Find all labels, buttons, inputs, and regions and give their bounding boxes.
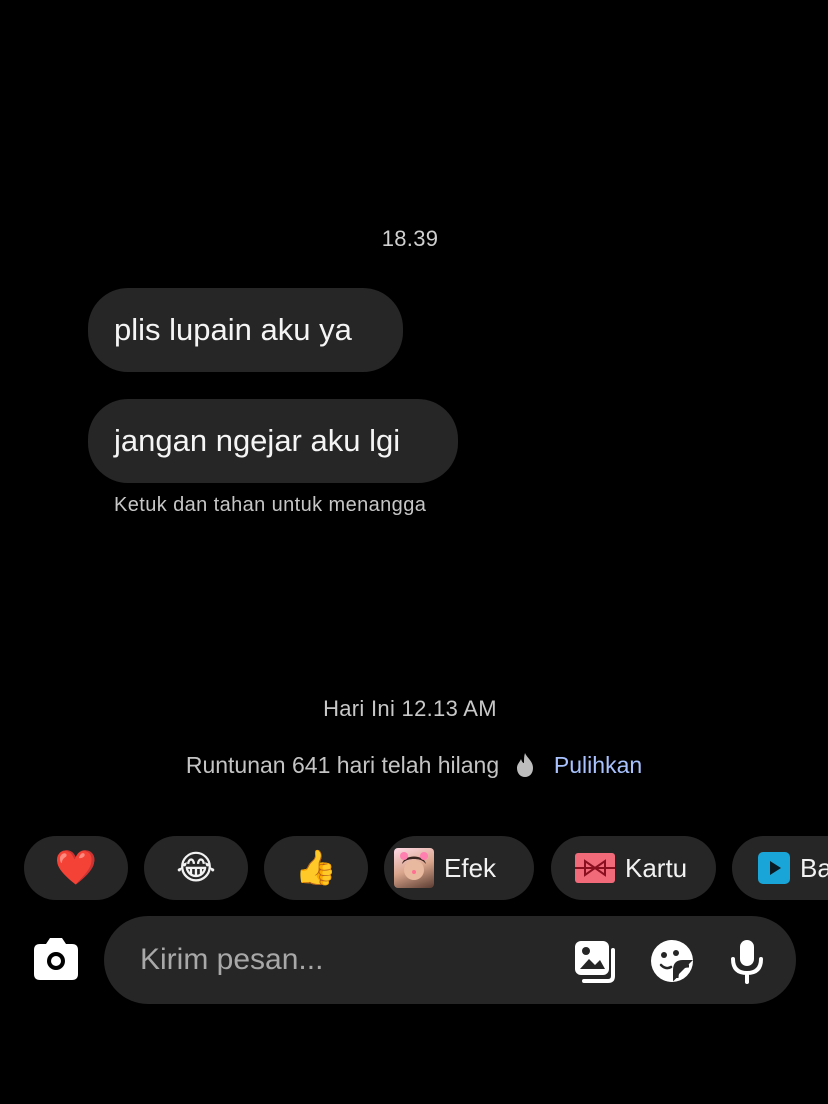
gallery-icon[interactable] <box>572 938 618 984</box>
heart-icon: ❤️ <box>54 849 98 887</box>
more-label: Ba <box>800 852 828 883</box>
message-timestamp: 18.39 <box>381 226 439 251</box>
tap-hold-hint: Ketuk dan tahan untuk menangga <box>114 494 427 516</box>
today-timestamp: Hari Ini 12.13 AM <box>323 696 497 721</box>
effect-button[interactable]: Efek <box>384 836 534 900</box>
effect-label: Efek <box>444 852 497 883</box>
chat-screen: 18.39 plis lupain aku ya jangan ngejar a… <box>0 0 828 1104</box>
message-bubble[interactable]: plis lupain aku ya <box>88 288 403 372</box>
thumbs-up-reaction-button[interactable]: 👍 <box>264 836 368 900</box>
thumbs-up-icon: 👍 <box>294 849 338 887</box>
quick-reply-bar: ❤️ 😂 👍 Efek Kartu Ba <box>24 836 828 900</box>
card-button[interactable]: Kartu <box>551 836 716 900</box>
laugh-reaction-button[interactable]: 😂 <box>144 836 248 900</box>
heart-reaction-button[interactable]: ❤️ <box>24 836 128 900</box>
flame-icon <box>516 753 533 777</box>
message-input[interactable]: Kirim pesan... <box>140 943 323 977</box>
streak-notice: Runtunan 641 hari telah hilang Pulihkan <box>0 752 828 779</box>
message-text: jangan ngejar aku lgi <box>114 423 401 458</box>
card-label: Kartu <box>625 852 688 883</box>
play-icon <box>758 852 790 884</box>
camera-icon[interactable] <box>30 936 82 982</box>
message-bubble[interactable]: jangan ngejar aku lgi <box>88 399 458 483</box>
message-text: plis lupain aku ya <box>114 312 352 347</box>
microphone-icon[interactable] <box>724 938 770 984</box>
effect-thumbnail-icon <box>394 848 434 888</box>
streak-text: Runtunan 641 hari telah hilang <box>185 752 500 778</box>
more-button[interactable]: Ba <box>732 836 828 900</box>
sticker-icon[interactable] <box>649 938 695 984</box>
gift-card-icon <box>575 853 615 883</box>
laughing-face-icon: 😂 <box>176 849 216 887</box>
message-composer[interactable]: Kirim pesan... <box>104 916 796 1004</box>
restore-streak-link[interactable]: Pulihkan <box>554 752 642 778</box>
